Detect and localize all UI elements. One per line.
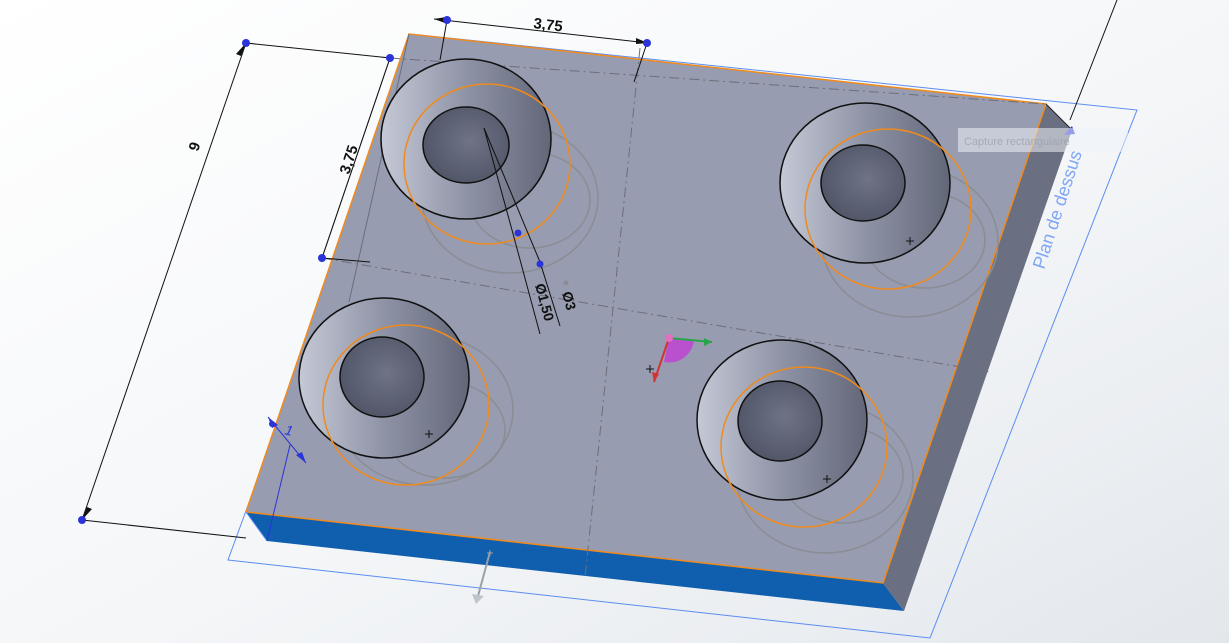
- ghost-tooltip-text: Capture rectangulaire: [964, 136, 1070, 148]
- ghost-tooltip: Capture rectangulaire: [958, 128, 1128, 152]
- model-view[interactable]: 3,75 9 3,75 Ø1,50 Ø3 1 Capture rectangul…: [0, 0, 1229, 643]
- dimension-top-width-value[interactable]: 3,75: [533, 15, 564, 35]
- cad-viewport[interactable]: 3,75 9 3,75 Ø1,50 Ø3 1 Capture rectangul…: [0, 0, 1229, 643]
